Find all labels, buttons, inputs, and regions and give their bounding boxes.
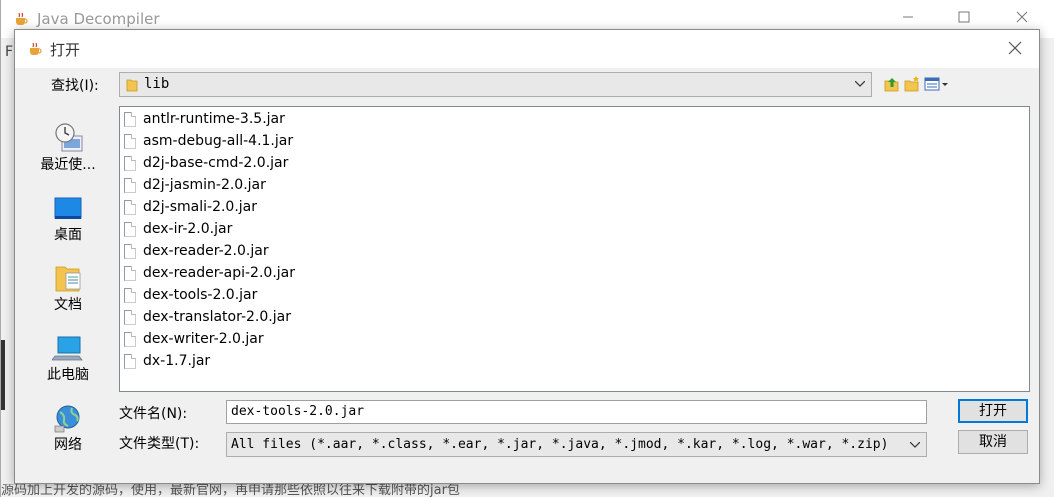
file-item[interactable]: dex-reader-api-2.0.jar bbox=[124, 262, 295, 284]
file-icon bbox=[124, 265, 136, 281]
file-icon bbox=[124, 309, 136, 325]
close-icon bbox=[1008, 41, 1022, 55]
file-name: dex-tools-2.0.jar bbox=[143, 287, 258, 303]
file-type-combo[interactable]: All files (*.aar, *.class, *.ear, *.jar,… bbox=[226, 432, 927, 457]
file-name: d2j-smali-2.0.jar bbox=[143, 199, 258, 215]
file-item[interactable]: asm-debug-all-4.1.jar bbox=[124, 130, 293, 152]
file-icon bbox=[124, 221, 136, 237]
computer-icon bbox=[52, 336, 83, 361]
file-list[interactable]: antlr-runtime-3.5.jar asm-debug-all-4.1.… bbox=[119, 106, 1030, 392]
new-folder-button[interactable] bbox=[903, 75, 921, 93]
maximize-button[interactable] bbox=[949, 8, 979, 30]
java-cup-icon bbox=[30, 42, 42, 55]
file-name: dex-translator-2.0.jar bbox=[143, 309, 291, 325]
main-window-title: Java Decompiler bbox=[37, 10, 160, 28]
look-in-combo[interactable]: lib bbox=[119, 72, 872, 97]
file-icon bbox=[124, 331, 136, 347]
new-folder-icon bbox=[904, 76, 919, 92]
minimize-button[interactable] bbox=[893, 8, 923, 30]
file-item[interactable]: dex-translator-2.0.jar bbox=[124, 306, 291, 328]
file-name: dx-1.7.jar bbox=[143, 353, 211, 369]
file-icon bbox=[124, 199, 136, 215]
file-icon bbox=[124, 287, 136, 303]
folder-icon bbox=[126, 79, 138, 92]
file-item[interactable]: dex-writer-2.0.jar bbox=[124, 328, 264, 350]
view-menu-button[interactable] bbox=[924, 75, 948, 93]
file-name-label: 文件名(N): bbox=[119, 406, 188, 422]
file-item[interactable]: dex-reader-2.0.jar bbox=[124, 240, 269, 262]
place-this-pc-label: 此电脑 bbox=[47, 367, 89, 383]
file-item[interactable]: d2j-base-cmd-2.0.jar bbox=[124, 152, 288, 174]
place-desktop-label: 桌面 bbox=[54, 227, 82, 243]
documents-icon bbox=[55, 266, 81, 292]
place-network[interactable]: 网络 bbox=[27, 392, 109, 462]
place-recent-label: 最近使... bbox=[40, 157, 96, 173]
places-bar: 最近使... 桌面 文档 此电脑 网络 bbox=[27, 106, 109, 464]
file-item[interactable]: antlr-runtime-3.5.jar bbox=[124, 108, 285, 130]
file-name: dex-reader-api-2.0.jar bbox=[143, 265, 295, 281]
minimize-icon bbox=[903, 16, 913, 18]
place-network-label: 网络 bbox=[54, 437, 82, 453]
dialog-close-button[interactable] bbox=[1001, 36, 1029, 60]
place-documents-label: 文档 bbox=[54, 297, 82, 313]
place-recent[interactable]: 最近使... bbox=[27, 112, 109, 182]
main-menu-file[interactable]: F bbox=[1, 38, 15, 68]
file-item[interactable]: d2j-smali-2.0.jar bbox=[124, 196, 257, 218]
file-name: asm-debug-all-4.1.jar bbox=[143, 133, 294, 149]
close-icon bbox=[1016, 11, 1028, 23]
up-folder-icon bbox=[884, 78, 899, 92]
file-type-value: All files (*.aar, *.class, *.ear, *.jar,… bbox=[231, 437, 889, 452]
chevron-down-icon[interactable] bbox=[852, 76, 868, 92]
up-one-level-button[interactable] bbox=[883, 75, 901, 93]
view-list-icon bbox=[924, 77, 948, 91]
file-item[interactable]: dx-1.7.jar bbox=[124, 350, 210, 372]
place-desktop[interactable]: 桌面 bbox=[27, 182, 109, 252]
file-item[interactable]: dex-tools-2.0.jar bbox=[124, 284, 257, 306]
network-icon bbox=[54, 405, 80, 433]
place-this-pc[interactable]: 此电脑 bbox=[27, 322, 109, 392]
look-in-label: 查找(I): bbox=[51, 78, 99, 94]
file-icon bbox=[124, 353, 136, 369]
cancel-button[interactable]: 取消 bbox=[958, 430, 1028, 454]
chevron-down-icon[interactable] bbox=[907, 437, 923, 453]
file-name: dex-ir-2.0.jar bbox=[143, 221, 233, 237]
file-icon bbox=[124, 155, 136, 171]
java-cup-icon bbox=[16, 12, 28, 25]
file-item[interactable]: dex-ir-2.0.jar bbox=[124, 218, 232, 240]
close-window-button[interactable] bbox=[1007, 8, 1037, 30]
dialog-titlebar: 打开 bbox=[15, 30, 1039, 68]
place-documents[interactable]: 文档 bbox=[27, 252, 109, 322]
open-button[interactable]: 打开 bbox=[958, 399, 1028, 423]
file-name: d2j-jasmin-2.0.jar bbox=[143, 177, 266, 193]
dialog-title: 打开 bbox=[50, 41, 81, 59]
file-name-input[interactable]: dex-tools-2.0.jar bbox=[226, 400, 927, 424]
file-name: antlr-runtime-3.5.jar bbox=[143, 111, 285, 127]
recent-icon bbox=[55, 123, 83, 152]
file-icon bbox=[124, 177, 136, 193]
look-in-value: lib bbox=[144, 76, 170, 92]
file-item[interactable]: d2j-jasmin-2.0.jar bbox=[124, 174, 266, 196]
file-icon bbox=[124, 133, 136, 149]
main-window-status-text: 源码加上开发的源码，使用，最新官网，再申请那些依照以往来下载附带的jar包 bbox=[1, 484, 460, 497]
file-type-label: 文件类型(T): bbox=[119, 436, 200, 452]
file-icon bbox=[124, 111, 136, 127]
file-name: dex-reader-2.0.jar bbox=[143, 243, 269, 259]
main-window-edge bbox=[1, 340, 5, 410]
file-name: d2j-base-cmd-2.0.jar bbox=[143, 155, 289, 171]
maximize-icon bbox=[958, 11, 970, 23]
desktop-icon bbox=[54, 197, 82, 219]
file-icon bbox=[124, 243, 136, 259]
open-file-dialog: 打开 查找(I): lib 最近使... 桌面 文档 此电脑 网络 antlr-… bbox=[14, 29, 1040, 484]
file-name: dex-writer-2.0.jar bbox=[143, 331, 264, 347]
